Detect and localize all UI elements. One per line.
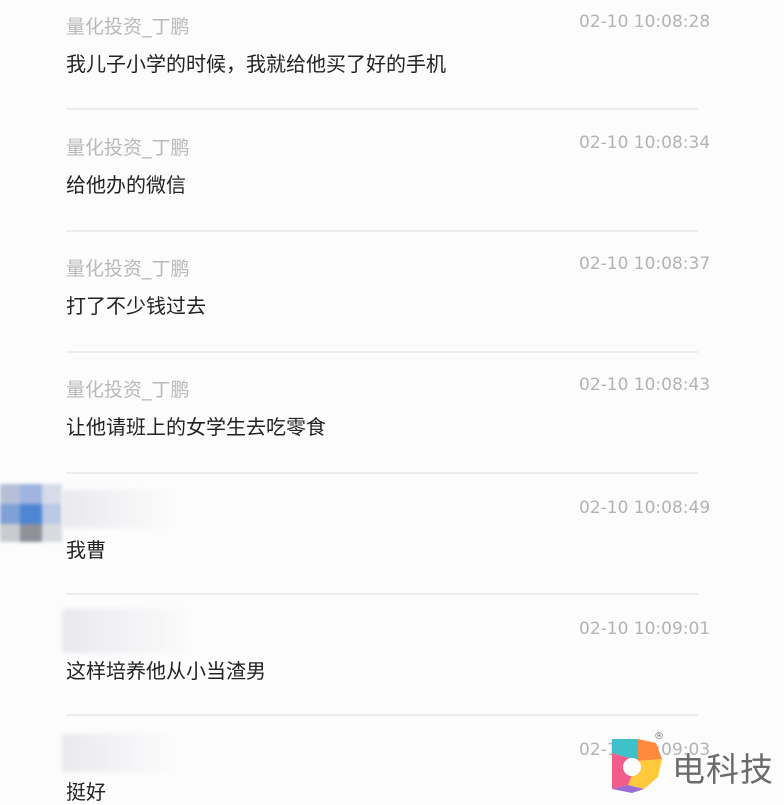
chat-message: 量化投资_丁鹏 02-10 10:08:37 打了不少钱过去 — [0, 242, 784, 363]
message-divider — [66, 108, 698, 110]
blurred-sender-name[interactable] — [62, 734, 170, 772]
chat-message: 量化投资_丁鹏 02-10 10:08:34 给他办的微信 — [0, 121, 784, 242]
chat-history: 量化投资_丁鹏 02-10 10:08:28 我儿子小学的时候，我就给他买了好的… — [0, 0, 784, 804]
message-divider — [66, 230, 698, 232]
chat-message: 02-10 10:09:01 这样培养他从小当渣男 — [0, 605, 784, 726]
watermark: ® 电科技 — [608, 731, 784, 795]
chat-message: 02-10 10:08:49 我曹 — [0, 484, 784, 605]
message-time: 02-10 10:08:43 — [579, 375, 711, 395]
message-divider — [66, 714, 698, 716]
message-time: 02-10 10:09:01 — [579, 619, 711, 639]
chat-message: 量化投资_丁鹏 02-10 10:08:43 让他请班上的女学生去吃零食 — [0, 363, 784, 484]
message-text: 让他请班上的女学生去吃零食 — [66, 415, 326, 439]
chat-message: 量化投资_丁鹏 02-10 10:08:28 我儿子小学的时候，我就给他买了好的… — [0, 0, 784, 121]
message-time: 02-10 10:08:28 — [579, 12, 711, 32]
watermark-text: 电科技 — [672, 750, 774, 789]
watermark-registered-mark: ® — [654, 731, 664, 742]
message-text: 打了不少钱过去 — [66, 294, 206, 318]
sender-name[interactable]: 量化投资_丁鹏 — [66, 375, 190, 402]
sender-name[interactable]: 量化投资_丁鹏 — [66, 133, 190, 160]
message-time: 02-10 10:08:34 — [579, 133, 711, 153]
sender-name[interactable]: 量化投资_丁鹏 — [66, 254, 190, 281]
message-divider — [66, 351, 698, 353]
message-text: 我曹 — [66, 538, 106, 562]
message-divider — [66, 472, 698, 474]
message-text: 给他办的微信 — [66, 173, 186, 197]
message-time: 02-10 10:08:37 — [579, 254, 711, 274]
watermark-logo-icon — [612, 739, 662, 793]
message-text: 我儿子小学的时候，我就给他买了好的手机 — [66, 52, 446, 76]
blurred-sender-name[interactable] — [62, 490, 172, 528]
sender-name[interactable]: 量化投资_丁鹏 — [66, 12, 190, 39]
message-time: 02-10 10:08:49 — [579, 498, 711, 518]
message-text: 这样培养他从小当渣男 — [66, 659, 266, 683]
blurred-sender-name[interactable] — [62, 609, 192, 653]
message-divider — [66, 593, 698, 595]
message-text: 挺好 — [66, 780, 106, 804]
